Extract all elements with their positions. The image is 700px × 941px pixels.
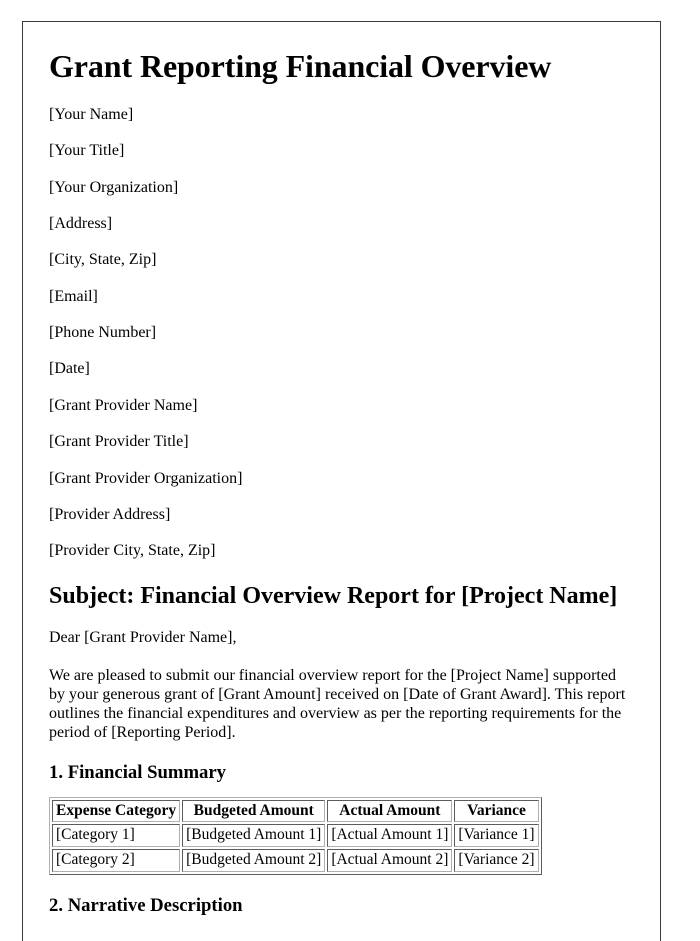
table-header-row: Expense Category Budgeted Amount Actual … (52, 799, 539, 823)
section-heading-financial-summary: 1. Financial Summary (49, 762, 227, 784)
table-body: [Category 1] [Budgeted Amount 1] [Actual… (52, 824, 539, 872)
cell-budgeted-amount: [Budgeted Amount 1] (182, 824, 326, 848)
table-header: Expense Category Budgeted Amount Actual … (52, 799, 539, 823)
column-header-variance: Variance (454, 799, 539, 823)
cell-budgeted-amount: [Budgeted Amount 2] (182, 849, 326, 872)
recipient-address-block: [Grant Provider Name] [Grant Provider Ti… (49, 397, 633, 561)
cell-variance: [Variance 2] (454, 849, 539, 872)
column-header-actual-amount: Actual Amount (327, 799, 453, 823)
sender-address-block: [Your Name] [Your Title] [Your Organizat… (49, 106, 633, 380)
recipient-line-provider-city-state-zip: [Provider City, State, Zip] (49, 542, 216, 560)
recipient-line-provider-address: [Provider Address] (49, 505, 171, 523)
page-title: Grant Reporting Financial Overview (49, 48, 552, 84)
cell-variance: [Variance 1] (454, 824, 539, 848)
cell-actual-amount: [Actual Amount 1] (327, 824, 453, 848)
cell-expense-category: [Category 1] (52, 824, 181, 848)
sender-line-your-name: [Your Name] (49, 105, 134, 123)
financial-summary-table: Expense Category Budgeted Amount Actual … (49, 796, 542, 875)
column-header-budgeted-amount: Budgeted Amount (182, 799, 326, 823)
table-row: [Category 2] [Budgeted Amount 2] [Actual… (52, 849, 539, 872)
subject-heading: Subject: Financial Overview Report for [… (49, 583, 618, 610)
sender-line-city-state-zip: [City, State, Zip] (49, 251, 157, 269)
table-row: [Category 1] [Budgeted Amount 1] [Actual… (52, 824, 539, 848)
intro-paragraph: We are pleased to submit our financial o… (49, 666, 626, 742)
recipient-line-provider-name: [Grant Provider Name] (49, 396, 198, 414)
sender-line-your-organization: [Your Organization] (49, 178, 179, 196)
recipient-line-provider-title: [Grant Provider Title] (49, 433, 189, 451)
sender-line-phone-number: [Phone Number] (49, 324, 157, 342)
cell-actual-amount: [Actual Amount 2] (327, 849, 453, 872)
document-page: Grant Reporting Financial Overview [Your… (22, 21, 661, 941)
cell-expense-category: [Category 2] (52, 849, 181, 872)
sender-line-email: [Email] (49, 287, 98, 305)
section-heading-narrative-description: 2. Narrative Description (49, 894, 243, 916)
sender-line-date: [Date] (49, 360, 90, 378)
salutation: Dear [Grant Provider Name], (49, 628, 237, 646)
column-header-expense-category: Expense Category (52, 799, 181, 823)
recipient-line-provider-organization: [Grant Provider Organization] (49, 469, 243, 487)
sender-line-address: [Address] (49, 214, 113, 232)
sender-line-your-title: [Your Title] (49, 142, 125, 160)
